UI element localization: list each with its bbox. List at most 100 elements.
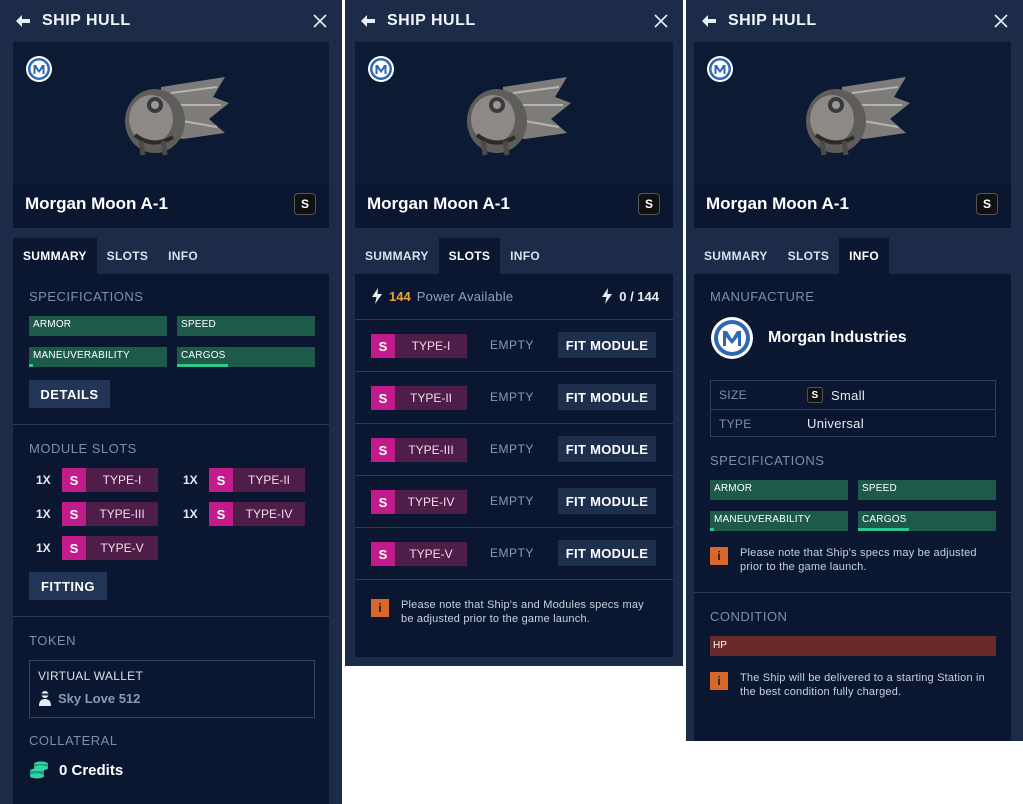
- note-text: Please note that Ship's specs may be adj…: [740, 547, 977, 573]
- ship-hull-panel-summary: SHIP HULL Morgan Moon A-1 S SUMMARY SLOT…: [0, 0, 342, 804]
- module-slot-type-iii[interactable]: 1X S TYPE-III: [36, 502, 158, 526]
- info-icon: i: [710, 672, 728, 690]
- wallet-user: Sky Love 512: [38, 690, 140, 706]
- collateral-heading: COLLATERAL: [29, 733, 118, 748]
- slot-type: TYPE-II: [395, 386, 467, 410]
- stat-speed: SPEED: [177, 316, 315, 336]
- stat-label: ARMOR: [714, 483, 753, 494]
- stat-cargos: CARGOS: [177, 347, 315, 367]
- ship-size-badge: S: [976, 193, 998, 215]
- property-key: TYPE: [719, 416, 752, 431]
- back-arrow-icon[interactable]: [14, 12, 32, 30]
- tab-summary[interactable]: SUMMARY: [13, 238, 97, 274]
- hp-label: HP: [713, 640, 727, 651]
- panel-header: SHIP HULL: [686, 0, 1023, 42]
- tab-slots[interactable]: SLOTS: [97, 238, 159, 274]
- fit-module-button[interactable]: FIT MODULE: [558, 332, 656, 358]
- specs-note: i Please note that Ship's specs may be a…: [710, 546, 997, 574]
- info-content: MANUFACTURE Morgan Industries SIZE S Smal…: [694, 274, 1011, 741]
- stat-cargos: CARGOS: [858, 511, 996, 531]
- tab-bar: SUMMARY SLOTS INFO: [355, 238, 673, 274]
- fit-module-button[interactable]: FIT MODULE: [558, 540, 656, 566]
- specifications-heading: SPECIFICATIONS: [29, 289, 144, 304]
- lightning-icon: [602, 288, 613, 304]
- manufacturer: Morgan Industries: [710, 316, 907, 360]
- module-slot-type-i[interactable]: 1X S TYPE-I: [36, 468, 158, 492]
- slots-content: 144 Power Available 0 / 144 S TYPE-I EMPTY…: [355, 274, 673, 657]
- specifications-heading: SPECIFICATIONS: [710, 453, 825, 468]
- stat-label: CARGOS: [181, 350, 226, 361]
- ship-size-badge: S: [638, 193, 660, 215]
- panel-title: SHIP HULL: [42, 12, 131, 29]
- fit-module-button[interactable]: FIT MODULE: [558, 488, 656, 514]
- property-value: Universal: [807, 416, 864, 431]
- summary-content: SPECIFICATIONS ARMOR SPEED MANEUVERABILI…: [13, 274, 329, 804]
- morgan-industries-logo-icon: [26, 56, 52, 82]
- property-row-type: TYPE Universal: [711, 409, 995, 437]
- back-arrow-icon[interactable]: [700, 12, 718, 30]
- slot-row-type-ii: S TYPE-II EMPTY FIT MODULE: [355, 371, 673, 423]
- manufacturer-name: Morgan Industries: [768, 329, 907, 346]
- slot-type: TYPE-V: [86, 536, 158, 560]
- ship-hull-panel-slots: SHIP HULL Morgan Moon A-1 S SUMMARY SLOT…: [345, 0, 683, 666]
- stat-label: ARMOR: [33, 319, 72, 330]
- collateral-credits: 0 Credits: [29, 761, 123, 779]
- condition-heading: CONDITION: [710, 609, 788, 624]
- close-icon[interactable]: [653, 13, 669, 29]
- fit-module-button[interactable]: FIT MODULE: [558, 436, 656, 462]
- condition-note: i The Ship will be delivered to a starti…: [710, 671, 997, 699]
- slot-size-badge: S: [371, 490, 395, 514]
- panel-header: SHIP HULL: [0, 0, 342, 42]
- close-icon[interactable]: [993, 13, 1009, 29]
- manufacture-heading: MANUFACTURE: [710, 289, 815, 304]
- power-usage: 0 / 144: [619, 288, 659, 304]
- slot-status: EMPTY: [490, 442, 534, 456]
- virtual-wallet-box: VIRTUAL WALLET Sky Love 512: [29, 660, 315, 718]
- stat-maneuverability: MANEUVERABILITY: [29, 347, 167, 367]
- wallet-label: VIRTUAL WALLET: [38, 669, 144, 683]
- slot-type: TYPE-II: [233, 468, 305, 492]
- tab-summary[interactable]: SUMMARY: [694, 238, 778, 274]
- ship-name: Morgan Moon A-1: [25, 194, 168, 213]
- slot-type: TYPE-III: [86, 502, 158, 526]
- stat-fill: [29, 364, 34, 367]
- module-slot-type-ii[interactable]: 1X S TYPE-II: [183, 468, 305, 492]
- slot-size-badge: S: [209, 502, 233, 526]
- close-icon[interactable]: [312, 13, 328, 29]
- info-icon: i: [371, 599, 389, 617]
- module-slot-type-iv[interactable]: 1X S TYPE-IV: [183, 502, 305, 526]
- stat-fill: [858, 528, 910, 531]
- tab-summary[interactable]: SUMMARY: [355, 238, 439, 274]
- morgan-industries-logo-icon: [368, 56, 394, 82]
- slot-quantity: 1X: [183, 473, 198, 487]
- slot-type: TYPE-IV: [233, 502, 305, 526]
- stat-label: CARGOS: [862, 514, 907, 525]
- slot-size-badge: S: [62, 468, 86, 492]
- tab-info[interactable]: INFO: [158, 238, 208, 274]
- divider: [13, 424, 329, 425]
- stat-label: MANEUVERABILITY: [714, 514, 811, 525]
- tab-slots[interactable]: SLOTS: [438, 238, 501, 274]
- morgan-industries-logo-icon: [707, 56, 733, 82]
- details-button[interactable]: DETAILS: [29, 380, 110, 408]
- slot-quantity: 1X: [36, 541, 51, 555]
- fit-module-button[interactable]: FIT MODULE: [558, 384, 656, 410]
- power-available-value: 144: [389, 288, 411, 304]
- slot-row-type-iii: S TYPE-III EMPTY FIT MODULE: [355, 423, 673, 475]
- ship-size-badge: S: [294, 193, 316, 215]
- size-value: Small: [831, 387, 866, 403]
- slot-size-badge: S: [62, 502, 86, 526]
- tab-slots[interactable]: SLOTS: [778, 238, 840, 274]
- fitting-button[interactable]: FITTING: [29, 572, 107, 600]
- property-value: S Small: [807, 387, 865, 403]
- tab-info[interactable]: INFO: [839, 238, 890, 274]
- power-bar: 144 Power Available 0 / 144: [371, 286, 659, 306]
- spaceship-hull-icon: [467, 77, 571, 156]
- hp-bar: HP: [710, 636, 996, 656]
- module-slot-type-v[interactable]: 1X S TYPE-V: [36, 536, 158, 560]
- slot-status: EMPTY: [490, 390, 534, 404]
- specs-note: i Please note that Ship's and Modules sp…: [371, 598, 659, 626]
- ship-card: Morgan Moon A-1 S: [13, 42, 329, 228]
- back-arrow-icon[interactable]: [359, 12, 377, 30]
- tab-info[interactable]: INFO: [500, 238, 550, 274]
